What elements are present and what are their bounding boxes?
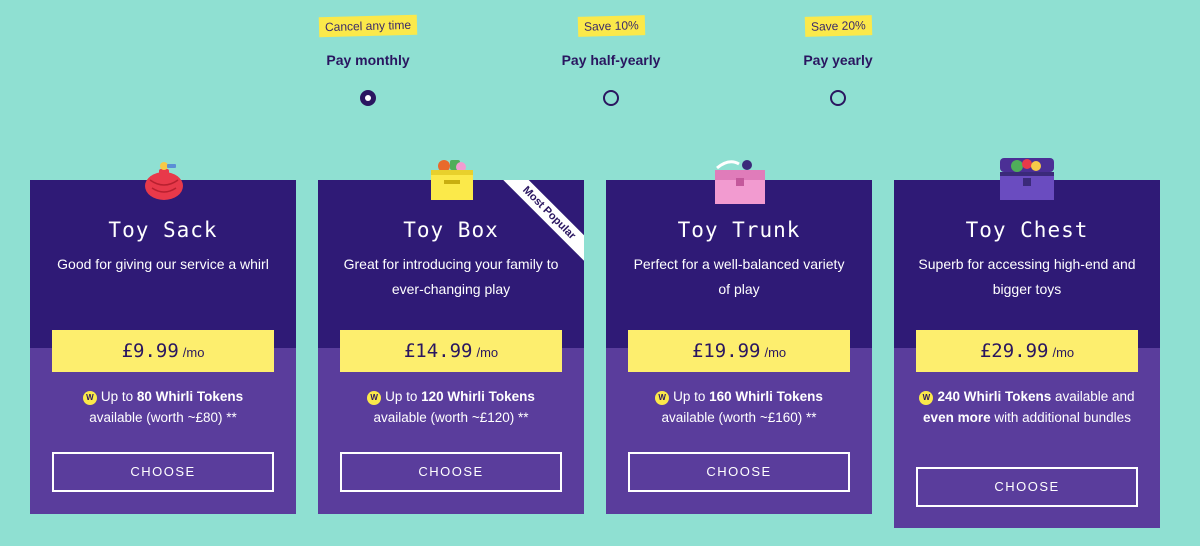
price-unit: /mo	[476, 345, 499, 360]
plan-tokens: W Up to 120 Whirli Tokens available (wort…	[336, 386, 566, 428]
tokens-suffix: available (worth ~£160) **	[661, 410, 817, 425]
plan-price: £19.99/mo	[628, 330, 850, 372]
tokens-suffix: available (worth ~£120) **	[373, 410, 529, 425]
whirli-token-icon: W	[82, 391, 97, 405]
price-unit: /mo	[1052, 345, 1075, 360]
sack-illustration	[145, 162, 183, 200]
plan-name: Toy Trunk	[677, 218, 801, 242]
billing-label[interactable]: Pay monthly	[268, 52, 468, 68]
plan-price: £14.99/mo	[340, 330, 562, 372]
whirli-token-icon: W	[919, 391, 934, 405]
tokens-prefix: Up to	[385, 389, 422, 404]
billing-label[interactable]: Pay half-yearly	[511, 52, 711, 68]
plan-price: £9.99/mo	[52, 330, 274, 372]
tokens-prefix: Up to	[100, 389, 137, 404]
price-unit: /mo	[182, 345, 205, 360]
plan-card-toy-box: Most Popular Toy Box Great for introduci…	[318, 180, 584, 514]
radio-monthly[interactable]	[360, 90, 376, 106]
plan-tokens: W 240 Whirli Tokens available and even mo…	[912, 386, 1142, 428]
plan-tokens: W Up to 160 Whirli Tokens available (wort…	[624, 386, 854, 428]
billing-label[interactable]: Pay yearly	[738, 52, 938, 68]
billing-tag: Save 20%	[804, 15, 872, 37]
plan-card-toy-chest: Toy Chest Superb for accessing high-end …	[894, 180, 1160, 528]
billing-option-half-yearly[interactable]: Save 10% Pay half-yearly	[511, 0, 711, 106]
choose-button[interactable]: CHOOSE	[916, 467, 1138, 507]
plan-price: £29.99/mo	[916, 330, 1138, 372]
plan-name: Toy Box	[403, 218, 499, 242]
billing-tag: Save 10%	[577, 15, 645, 37]
billing-period-selector: Cancel any time Pay monthly Save 10% Pay…	[0, 0, 1200, 140]
radio-half-yearly[interactable]	[603, 90, 619, 106]
tokens-suffix: available (worth ~£80) **	[89, 410, 237, 425]
tokens-amount: 120 Whirli Tokens	[421, 389, 535, 404]
box-illustration	[431, 160, 473, 200]
plan-name: Toy Sack	[108, 218, 218, 242]
radio-yearly[interactable]	[830, 90, 846, 106]
plan-description: Perfect for a well-balanced variety of p…	[633, 256, 845, 297]
whirli-token-icon: W	[655, 391, 670, 405]
choose-button[interactable]: CHOOSE	[628, 452, 850, 492]
price-amount: £14.99	[403, 340, 473, 362]
price-amount: £19.99	[691, 340, 761, 362]
chest-illustration	[1000, 158, 1054, 200]
plan-description: Great for introducing your family to eve…	[343, 256, 559, 297]
billing-option-monthly[interactable]: Cancel any time Pay monthly	[268, 0, 468, 106]
whirli-token-icon: W	[367, 391, 382, 405]
plan-name: Toy Chest	[965, 218, 1089, 242]
tokens-mid: available and	[1051, 389, 1135, 404]
tokens-amount: 160 Whirli Tokens	[709, 389, 823, 404]
billing-tag: Cancel any time	[318, 14, 418, 38]
tokens-amount: 240 Whirli Tokens	[937, 389, 1052, 404]
plan-card-toy-sack: Toy Sack Good for giving our service a w…	[30, 180, 296, 514]
plan-tokens: W Up to 80 Whirli Tokens available (worth…	[48, 386, 278, 428]
billing-option-yearly[interactable]: Save 20% Pay yearly	[738, 0, 938, 106]
tokens-amount: 80 Whirli Tokens	[136, 389, 244, 404]
price-amount: £9.99	[121, 340, 179, 362]
tokens-extra: even more	[923, 410, 991, 425]
trunk-illustration	[715, 160, 765, 204]
tokens-prefix: Up to	[673, 389, 710, 404]
price-unit: /mo	[764, 345, 787, 360]
choose-button[interactable]: CHOOSE	[52, 452, 274, 492]
plan-card-toy-trunk: Toy Trunk Perfect for a well-balanced va…	[606, 180, 872, 514]
tokens-suffix: with additional bundles	[990, 410, 1131, 425]
choose-button[interactable]: CHOOSE	[340, 452, 562, 492]
plan-description: Superb for accessing high-end and bigger…	[918, 256, 1136, 297]
plan-description: Good for giving our service a whirl	[57, 256, 269, 272]
price-amount: £29.99	[979, 340, 1049, 362]
